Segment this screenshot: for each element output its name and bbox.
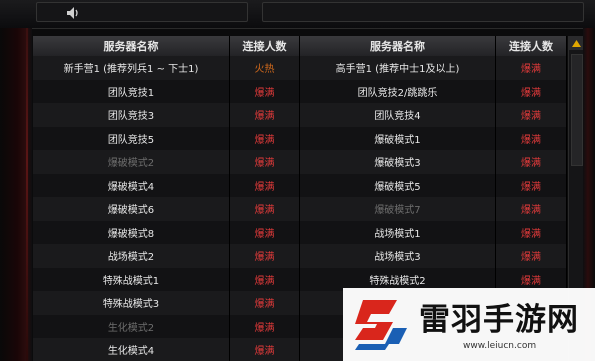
server-name-cell: 团队竞技2/跳跳乐 (300, 79, 496, 103)
connection-status-cell: 爆满 (230, 197, 300, 221)
table-row[interactable]: 新手营1 (推荐列兵1 ~ 下士1) 火热 高手营1 (推荐中士1及以上) 爆满 (33, 56, 567, 80)
leiyu-logo-icon (355, 300, 407, 350)
top-field-right (262, 2, 584, 22)
server-name-cell: 团队竞技4 (300, 103, 496, 127)
top-bar (0, 0, 595, 29)
connection-status-cell: 爆满 (496, 173, 567, 197)
watermark-banner: 雷羽手游网 www.leiucn.com (343, 288, 595, 361)
server-name-cell: 战场模式2 (33, 244, 230, 268)
connection-status-cell: 爆满 (230, 267, 300, 291)
server-name-cell: 爆破模式2 (33, 150, 230, 174)
table-row[interactable]: 团队竞技3 爆满 团队竞技4 爆满 (33, 103, 567, 127)
connection-status-cell: 爆满 (496, 79, 567, 103)
column-header-connections-right[interactable]: 连接人数 (496, 36, 567, 56)
server-name-cell: 爆破模式4 (33, 173, 230, 197)
table-row[interactable]: 爆破模式2 爆满 爆破模式3 爆满 (33, 150, 567, 174)
connection-status-cell: 爆满 (496, 244, 567, 268)
server-name-cell: 团队竞技5 (33, 126, 230, 150)
connection-status-cell: 爆满 (230, 150, 300, 174)
table-row[interactable]: 爆破模式6 爆满 爆破模式7 爆满 (33, 197, 567, 221)
connection-status-cell: 爆满 (496, 56, 567, 80)
server-name-cell: 生化模式2 (33, 314, 230, 338)
column-header-server-name-left[interactable]: 服务器名称 (33, 36, 230, 56)
connection-status-cell: 爆满 (230, 79, 300, 103)
server-name-cell: 战场模式3 (300, 244, 496, 268)
connection-status-cell: 爆满 (230, 173, 300, 197)
connection-status-cell: 爆满 (230, 291, 300, 315)
server-name-cell: 爆破模式6 (33, 197, 230, 221)
scroll-thumb[interactable] (571, 54, 583, 166)
left-frame-decoration (0, 28, 32, 361)
server-name-cell: 特殊战模式3 (33, 291, 230, 315)
column-header-server-name-right[interactable]: 服务器名称 (300, 36, 496, 56)
table-row[interactable]: 团队竞技1 爆满 团队竞技2/跳跳乐 爆满 (33, 79, 567, 103)
connection-status-cell: 爆满 (230, 244, 300, 268)
connection-status-cell: 爆满 (230, 338, 300, 361)
speaker-icon[interactable] (66, 6, 82, 20)
connection-status-cell: 火热 (230, 56, 300, 80)
watermark-title: 雷羽手游网 (419, 302, 579, 338)
server-name-cell: 爆破模式1 (300, 126, 496, 150)
server-name-cell: 战场模式1 (300, 220, 496, 244)
connection-status-cell: 爆满 (230, 220, 300, 244)
connection-status-cell: 爆满 (496, 150, 567, 174)
connection-status-cell: 爆满 (496, 126, 567, 150)
connection-status-cell: 爆满 (230, 314, 300, 338)
server-name-cell: 爆破模式8 (33, 220, 230, 244)
table-row[interactable]: 爆破模式4 爆满 爆破模式5 爆满 (33, 173, 567, 197)
server-name-cell: 生化模式4 (33, 338, 230, 361)
server-name-cell: 团队竞技3 (33, 103, 230, 127)
table-row[interactable]: 战场模式2 爆满 战场模式3 爆满 (33, 244, 567, 268)
connection-status-cell: 爆满 (496, 197, 567, 221)
table-row[interactable]: 团队竞技5 爆满 爆破模式1 爆满 (33, 126, 567, 150)
server-name-cell: 爆破模式5 (300, 173, 496, 197)
server-name-cell: 特殊战模式1 (33, 267, 230, 291)
server-name-cell: 团队竞技1 (33, 79, 230, 103)
connection-status-cell: 爆满 (496, 220, 567, 244)
column-header-connections-left[interactable]: 连接人数 (230, 36, 300, 56)
watermark-url: www.leiucn.com (463, 341, 537, 351)
connection-status-cell: 爆满 (496, 103, 567, 127)
server-name-cell: 高手营1 (推荐中士1及以上) (300, 56, 496, 80)
scroll-up-button[interactable] (569, 36, 583, 50)
server-name-cell: 爆破模式3 (300, 150, 496, 174)
connection-status-cell: 爆满 (230, 126, 300, 150)
server-name-cell: 爆破模式7 (300, 197, 496, 221)
server-name-cell: 新手营1 (推荐列兵1 ~ 下士1) (33, 56, 230, 80)
table-row[interactable]: 爆破模式8 爆满 战场模式1 爆满 (33, 220, 567, 244)
arrow-up-icon (571, 39, 581, 47)
connection-status-cell: 爆满 (230, 103, 300, 127)
